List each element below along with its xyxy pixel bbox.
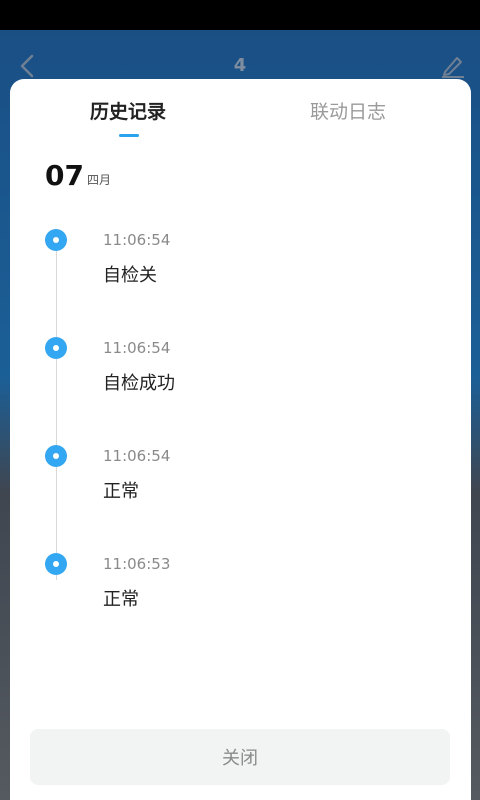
tab-active-indicator (119, 134, 139, 137)
close-button[interactable]: 关闭 (30, 729, 450, 785)
timeline-line (56, 250, 57, 580)
entry-text: 自检成功 (103, 373, 175, 394)
page-title: 4 (233, 55, 247, 76)
entry-time: 11:06:54 (103, 447, 171, 465)
entry-time: 11:06:53 (103, 555, 171, 573)
date-month: 四月 (87, 173, 112, 187)
date-day: 07 (45, 159, 84, 192)
timeline-dot-icon (45, 337, 67, 359)
timeline-dot-icon (45, 553, 67, 575)
history-sheet: 历史记录 联动日志 07 四月 11:06:54 自检关 11:06:54 自检… (10, 79, 471, 800)
entry-text: 自检关 (103, 265, 157, 286)
tab-history[interactable]: 历史记录 (90, 97, 166, 124)
entry-text: 正常 (103, 589, 139, 610)
entry-time: 11:06:54 (103, 339, 171, 357)
entry-text: 正常 (103, 481, 139, 502)
timeline-dot-icon (45, 229, 67, 251)
status-bar (0, 0, 480, 30)
timeline-dot-icon (45, 445, 67, 467)
edit-icon[interactable] (440, 54, 466, 78)
tab-linkage-log[interactable]: 联动日志 (310, 97, 386, 124)
entry-time: 11:06:54 (103, 231, 171, 249)
